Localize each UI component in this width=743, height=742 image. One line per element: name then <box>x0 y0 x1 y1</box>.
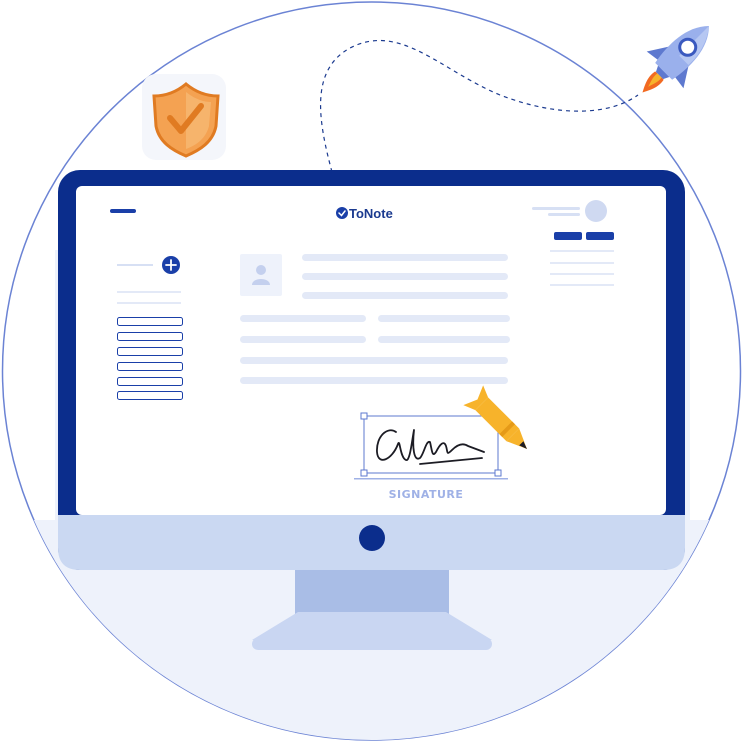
header-button-secondary[interactable] <box>586 232 614 240</box>
brand-name: ToNote <box>349 206 393 221</box>
power-button-icon[interactable] <box>359 525 385 551</box>
header-button-primary[interactable] <box>554 232 582 240</box>
rocket-icon <box>642 26 709 93</box>
menu-icon[interactable] <box>110 209 136 213</box>
add-button[interactable] <box>162 256 180 274</box>
shield-check-icon <box>142 74 226 160</box>
illustration-canvas: ToNote SIGNATURE <box>1 1 742 741</box>
signature-caption: SIGNATURE <box>389 488 464 501</box>
avatar[interactable] <box>585 200 607 222</box>
